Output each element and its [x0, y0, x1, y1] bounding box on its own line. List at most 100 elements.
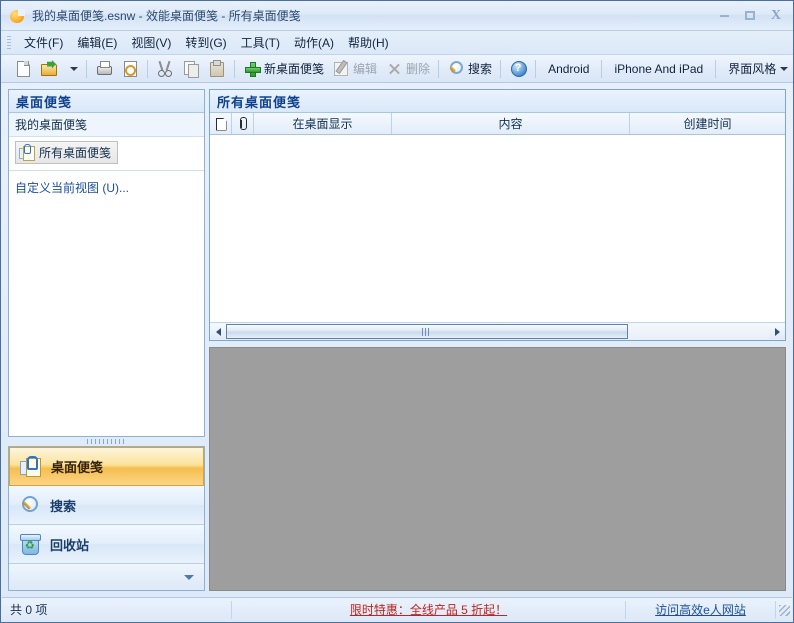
paste-icon [208, 60, 226, 77]
website-link[interactable]: 访问高效e人网站 [655, 601, 746, 618]
plus-icon [243, 60, 261, 77]
chevron-down-icon [70, 66, 78, 71]
open-folder-icon [40, 60, 58, 77]
list-horizontal-scrollbar[interactable] [210, 322, 785, 340]
copy-button[interactable] [178, 58, 204, 80]
scroll-right-arrow-icon[interactable] [769, 324, 785, 339]
android-button[interactable]: Android [540, 58, 597, 80]
iphone-ipad-button[interactable]: iPhone And iPad [606, 58, 711, 80]
application-window: 我的桌面便笺.esnw - 效能桌面便笺 - 所有桌面便笺 X 文件(F) 编辑… [0, 0, 794, 623]
title-bar: 我的桌面便笺.esnw - 效能桌面便笺 - 所有桌面便笺 X [1, 1, 793, 31]
sidebar-group-title: 我的桌面便笺 [9, 113, 204, 137]
status-item-count: 共 0 项 [2, 600, 232, 619]
column-header-create-time[interactable]: 创建时间 [630, 113, 785, 134]
menu-help[interactable]: 帮助(H) [341, 31, 396, 54]
copy-icon [182, 60, 200, 78]
menu-file[interactable]: 文件(F) [17, 31, 70, 54]
menu-drag-grip[interactable] [7, 35, 11, 50]
toolbar-separator [147, 59, 148, 78]
sidebar: 桌面便笺 我的桌面便笺 所有桌面便笺 自定义当前视图 (U)... 桌面便笺 搜… [2, 85, 205, 595]
edit-note-button[interactable]: 编辑 [328, 58, 381, 80]
window-title: 我的桌面便笺.esnw - 效能桌面便笺 - 所有桌面便笺 [32, 9, 301, 23]
scrollbar-track[interactable] [226, 324, 769, 339]
sidebar-nav-buttons: 桌面便笺 搜索 ♻ 回收站 [8, 446, 205, 591]
print-preview-button[interactable] [117, 58, 143, 80]
search-label: 搜索 [468, 62, 493, 76]
sticky-note-app-icon [9, 8, 25, 24]
splitter-grip-icon [86, 439, 127, 444]
toolbar-separator [234, 59, 235, 78]
sidebar-nav-label: 回收站 [50, 537, 90, 553]
sidebar-nav-desktop-notes[interactable]: 桌面便笺 [9, 447, 204, 486]
menu-bar: 文件(F) 编辑(E) 视图(V) 转到(G) 工具(T) 动作(A) 帮助(H… [1, 31, 793, 55]
sidebar-tree: 所有桌面便笺 [9, 137, 204, 171]
menu-edit[interactable]: 编辑(E) [70, 31, 124, 54]
promo-link[interactable]: 限时特惠：全线产品 5 折起！ [350, 601, 507, 618]
pencil-edit-icon [332, 60, 350, 77]
sidebar-nav-search[interactable]: 搜索 [9, 486, 204, 525]
content-pane: 所有桌面便笺 在桌面显示 内容 创建时间 [205, 85, 792, 595]
menu-view[interactable]: 视图(V) [124, 31, 178, 54]
help-button[interactable] [505, 58, 531, 80]
list-header: 所有桌面便笺 [210, 90, 785, 113]
scrollbar-grip-icon [422, 327, 432, 336]
list-column-headers: 在桌面显示 内容 创建时间 [210, 113, 785, 135]
skin-style-label: 界面风格 [728, 62, 777, 76]
sidebar-tree-panel: 桌面便笺 我的桌面便笺 所有桌面便笺 自定义当前视图 (U)... [8, 89, 205, 437]
column-header-document[interactable] [210, 113, 232, 134]
chevron-down-icon [780, 66, 789, 71]
skin-style-button[interactable]: 界面风格 [720, 58, 793, 80]
open-file-button[interactable] [36, 58, 62, 80]
status-site-cell: 访问高效e人网站 [626, 600, 776, 619]
status-bar: 共 0 项 限时特惠：全线产品 5 折起！ 访问高效e人网站 [2, 597, 792, 621]
column-header-content[interactable]: 内容 [392, 113, 630, 134]
scissors-icon [156, 60, 174, 77]
notes-list-rows[interactable] [210, 135, 785, 322]
close-icon: X [770, 7, 782, 23]
menu-tools[interactable]: 工具(T) [234, 31, 287, 54]
toolbar-separator [500, 59, 502, 78]
chevron-down-icon [184, 574, 194, 580]
sidebar-item-all-notes[interactable]: 所有桌面便笺 [15, 141, 119, 164]
column-header-show-on-desktop[interactable]: 在桌面显示 [254, 113, 392, 134]
sidebar-splitter[interactable] [8, 437, 205, 446]
cut-button[interactable] [152, 58, 178, 80]
toolbar-separator [438, 59, 440, 78]
print-button[interactable] [91, 58, 117, 80]
sidebar-nav-more-button[interactable] [9, 564, 204, 590]
sidebar-empty-space [9, 204, 204, 436]
scrollbar-thumb[interactable] [226, 324, 628, 339]
recycle-bin-nav-icon: ♻ [19, 533, 41, 555]
minimize-button[interactable] [711, 7, 737, 25]
maximize-button[interactable] [737, 7, 763, 25]
new-note-button[interactable]: 新桌面便笺 [239, 58, 328, 80]
resize-grip-icon[interactable] [776, 602, 792, 618]
new-file-button[interactable] [10, 58, 36, 80]
paste-button[interactable] [204, 58, 230, 80]
column-header-attachment[interactable] [232, 113, 254, 134]
body-area: 桌面便笺 我的桌面便笺 所有桌面便笺 自定义当前视图 (U)... 桌面便笺 搜… [2, 85, 792, 595]
search-button[interactable]: 搜索 [443, 58, 496, 80]
toolbar-separator [86, 59, 87, 78]
note-preview-pane [209, 347, 786, 591]
close-x-icon [385, 60, 403, 77]
note-item-icon [19, 144, 35, 161]
open-file-dropdown[interactable] [62, 58, 82, 80]
customize-view-link[interactable]: 自定义当前视图 (U)... [15, 181, 129, 195]
close-button[interactable]: X [763, 7, 789, 25]
delete-note-button[interactable]: 删除 [381, 58, 434, 80]
toolbar-separator [715, 59, 717, 78]
sidebar-nav-label: 搜索 [50, 498, 77, 514]
scroll-left-arrow-icon[interactable] [210, 324, 226, 339]
magnifier-nav-icon [19, 494, 41, 516]
menu-goto[interactable]: 转到(G) [178, 31, 233, 54]
sidebar-item-label: 所有桌面便笺 [39, 146, 112, 160]
sidebar-nav-recycle-bin[interactable]: ♻ 回收站 [9, 525, 204, 564]
menu-actions[interactable]: 动作(A) [287, 31, 341, 54]
toolbar-separator [535, 59, 537, 78]
toolbar-separator [601, 59, 603, 78]
delete-note-label: 删除 [406, 62, 431, 76]
customize-view-row: 自定义当前视图 (U)... [9, 171, 204, 204]
magnifier-icon [447, 60, 465, 77]
paperclip-column-icon [239, 117, 247, 130]
